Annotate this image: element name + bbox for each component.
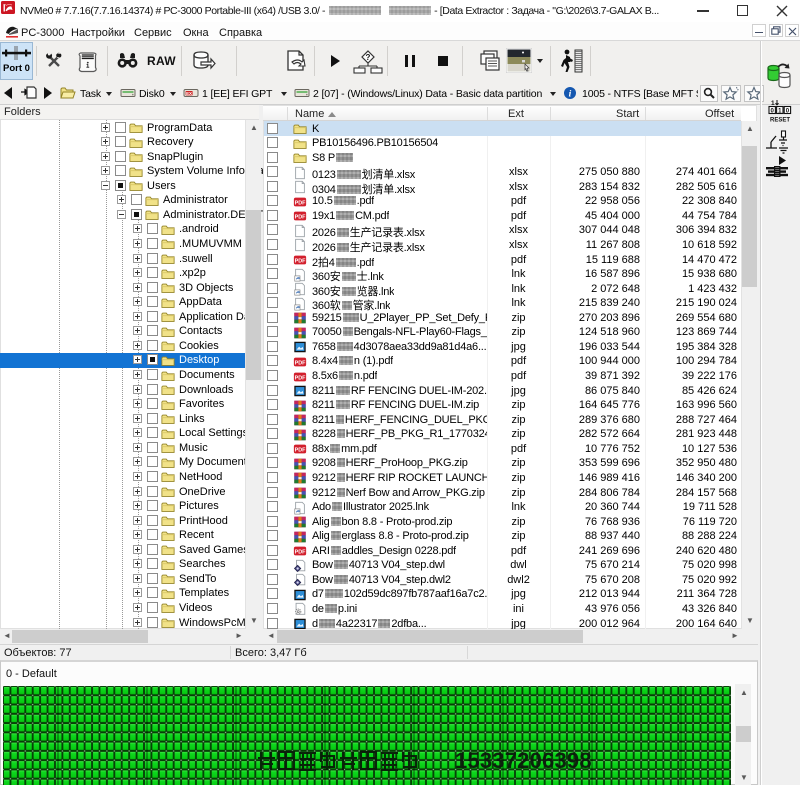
svg-text:?: ? xyxy=(366,53,371,62)
svg-text:15337206398: 15337206398 xyxy=(455,748,592,773)
svg-text:1: 1 xyxy=(771,100,775,107)
svg-text:RESET: RESET xyxy=(770,118,790,124)
